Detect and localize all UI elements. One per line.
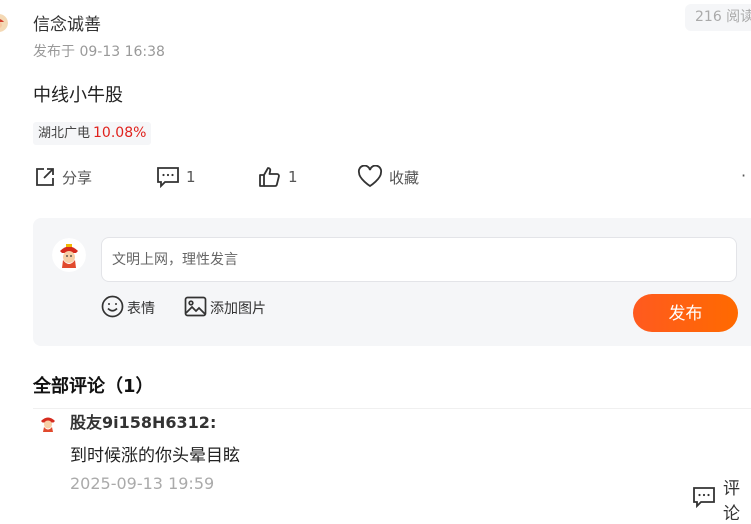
read-count-badge: 216 阅读 xyxy=(685,4,751,31)
image-icon xyxy=(184,296,207,321)
stock-name: 湖北广电 xyxy=(38,126,91,141)
smiley-icon xyxy=(101,295,124,322)
add-image-label: 添加图片 xyxy=(210,301,266,317)
favorite-button[interactable]: 收藏 xyxy=(357,164,419,190)
comment-count: 1 xyxy=(186,168,196,186)
more-options-button[interactable]: · xyxy=(741,166,746,185)
post-timestamp: 发布于 09-13 16:38 xyxy=(33,44,165,60)
share-button[interactable]: 分享 xyxy=(34,164,92,190)
emoji-button[interactable]: 表情 xyxy=(101,295,155,322)
comment-reply-label: 评论 xyxy=(723,479,740,524)
share-icon xyxy=(34,166,56,188)
comment-text: 到时候涨的你头晕目眩 xyxy=(70,446,240,466)
share-label: 分享 xyxy=(62,168,93,187)
thumbs-up-icon xyxy=(258,165,282,189)
like-button[interactable]: 1 xyxy=(258,164,298,190)
author-name[interactable]: 信念诚善 xyxy=(33,10,101,35)
reply-input[interactable] xyxy=(101,237,737,282)
current-user-avatar xyxy=(52,238,86,272)
heart-icon xyxy=(357,165,383,189)
comment-button[interactable]: 1 xyxy=(156,164,196,190)
emoji-label: 表情 xyxy=(127,301,155,317)
like-count: 1 xyxy=(288,168,298,186)
post-title: 中线小牛股 xyxy=(33,85,123,106)
comment-reply-button[interactable]: 评论 xyxy=(692,474,751,524)
commenter-name[interactable]: 股友9i158H6312: xyxy=(70,409,216,433)
comment-icon xyxy=(692,486,716,513)
comment-icon xyxy=(156,166,180,188)
add-image-button[interactable]: 添加图片 xyxy=(184,296,266,320)
comment-timestamp: 2025-09-13 19:59 xyxy=(70,474,215,493)
stock-change: 10.08% xyxy=(93,125,147,141)
commenter-avatar[interactable] xyxy=(37,412,59,434)
author-avatar[interactable] xyxy=(0,14,8,32)
comments-heading: 全部评论（1） xyxy=(33,376,154,397)
publish-button[interactable]: 发布 xyxy=(633,294,738,332)
stock-tag[interactable]: 湖北广电 10.08% xyxy=(33,122,152,145)
favorite-label: 收藏 xyxy=(389,168,420,187)
